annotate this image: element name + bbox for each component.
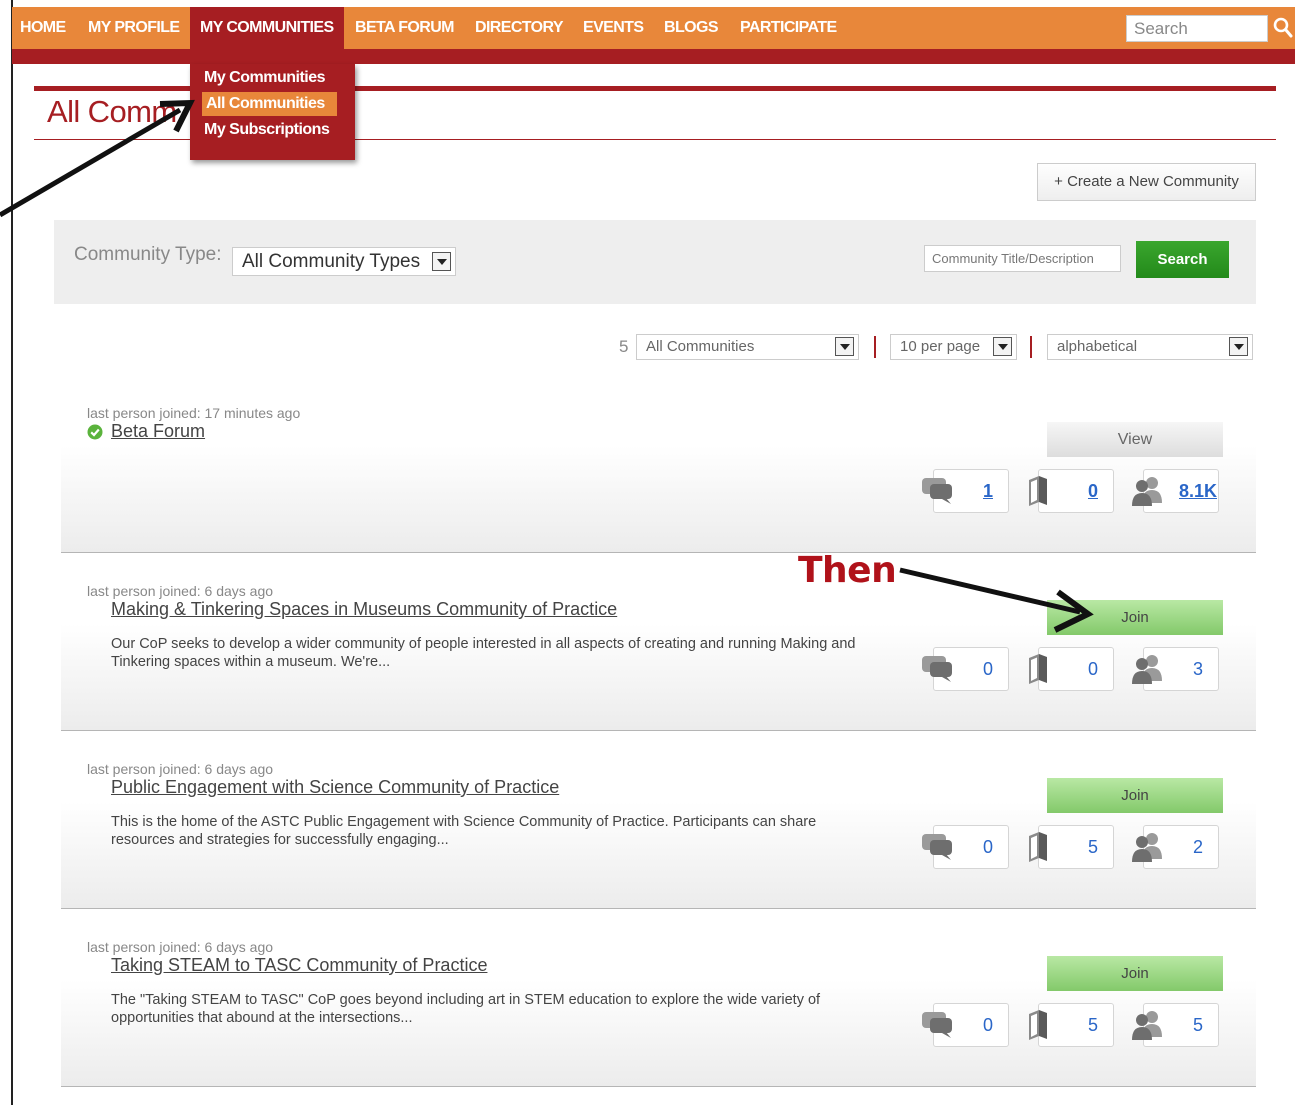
community-title-link[interactable]: Beta Forum — [111, 421, 205, 442]
chevron-down-icon[interactable] — [993, 337, 1012, 356]
chevron-down-icon[interactable] — [1229, 337, 1248, 356]
discussion-icon — [922, 834, 952, 860]
chevron-down-icon[interactable] — [432, 251, 451, 271]
nav-my-communities[interactable]: MY COMMUNITIES — [190, 7, 344, 49]
members-count[interactable]: 3 — [1178, 648, 1218, 690]
dropdown-item-all-communities[interactable]: All Communities — [202, 92, 337, 116]
nav-participate[interactable]: PARTICIPATE — [740, 7, 837, 49]
community-title-input[interactable]: Community Title/Description — [924, 245, 1121, 272]
screenshot-frame-line — [11, 0, 13, 1105]
book-icon — [1029, 832, 1047, 862]
nav-my-profile[interactable]: MY PROFILE — [88, 7, 180, 49]
resources-stat: 5 — [1029, 825, 1114, 869]
members-count[interactable]: 2 — [1178, 826, 1218, 868]
separator — [874, 336, 876, 358]
community-description: Our CoP seeks to develop a wider communi… — [111, 636, 856, 670]
members-icon — [1132, 477, 1162, 506]
members-stat: 2 — [1132, 825, 1219, 869]
members-stat: 3 — [1132, 647, 1219, 691]
community-card: last person joined: 17 minutes ago Beta … — [61, 375, 1256, 553]
resources-stat: 0 — [1029, 469, 1114, 513]
members-icon — [1132, 833, 1162, 862]
members-stat: 8.1K — [1132, 469, 1219, 513]
last-joined-text: last person joined: 17 minutes ago — [87, 405, 301, 421]
dropdown-item-my-communities[interactable]: My Communities — [204, 66, 326, 90]
resources-count[interactable]: 0 — [1073, 648, 1113, 690]
sort-select[interactable]: alphabetical — [1047, 334, 1253, 360]
separator — [1030, 336, 1032, 358]
create-community-button[interactable]: + Create a New Community — [1037, 163, 1256, 201]
resources-count[interactable]: 5 — [1073, 1004, 1113, 1046]
resources-count[interactable]: 5 — [1073, 826, 1113, 868]
members-stat: 5 — [1132, 1003, 1219, 1047]
nav-beta-forum[interactable]: BETA FORUM — [355, 7, 454, 49]
community-type-label: Community Type: — [74, 244, 222, 265]
per-page-value: 10 per page — [900, 338, 981, 355]
discussions-count[interactable]: 0 — [968, 826, 1008, 868]
resources-count[interactable]: 0 — [1073, 470, 1113, 512]
book-icon — [1029, 1010, 1047, 1040]
community-title-link[interactable]: Public Engagement with Science Community… — [111, 777, 559, 798]
search-input[interactable]: Search — [1126, 15, 1268, 42]
community-count: 5 — [619, 337, 629, 356]
community-card: last person joined: 6 days ago Public En… — [61, 731, 1256, 909]
nav-events[interactable]: EVENTS — [583, 7, 644, 49]
discussion-icon — [922, 1012, 952, 1038]
view-button[interactable]: View — [1047, 422, 1223, 457]
book-icon — [1029, 654, 1047, 684]
community-type-value: All Community Types — [242, 251, 421, 272]
last-joined-text: last person joined: 6 days ago — [87, 583, 274, 599]
sort-value: alphabetical — [1057, 338, 1138, 355]
community-card: last person joined: 6 days ago Making & … — [61, 553, 1256, 731]
last-joined-text: last person joined: 6 days ago — [87, 939, 274, 955]
my-communities-dropdown: My Communities All Communities My Subscr… — [190, 64, 355, 160]
discussions-count[interactable]: 1 — [968, 470, 1008, 512]
filter-search-button[interactable]: Search — [1136, 241, 1229, 278]
dropdown-item-my-subscriptions[interactable]: My Subscriptions — [204, 118, 330, 142]
members-count[interactable]: 5 — [1178, 1004, 1218, 1046]
discussion-icon — [922, 478, 952, 504]
community-title-link[interactable]: Taking STEAM to TASC Community of Practi… — [111, 955, 487, 976]
community-type-select[interactable]: All Community Types — [232, 247, 456, 276]
nav-directory[interactable]: DIRECTORY — [475, 7, 564, 49]
join-button[interactable]: Join — [1047, 956, 1223, 991]
check-circle-icon — [87, 424, 103, 440]
discussions-stat: 1 — [922, 469, 1009, 513]
annotation-then-label: Then — [798, 550, 897, 591]
per-page-select[interactable]: 10 per page — [890, 334, 1017, 360]
join-button[interactable]: Join — [1047, 778, 1223, 813]
resources-stat: 0 — [1029, 647, 1114, 691]
members-count[interactable]: 8.1K — [1178, 470, 1218, 512]
nav-home[interactable]: HOME — [20, 7, 66, 49]
community-card: last person joined: 6 days ago Taking ST… — [61, 909, 1256, 1087]
nav-blogs[interactable]: BLOGS — [664, 7, 719, 49]
search-icon[interactable] — [1272, 16, 1294, 40]
resources-stat: 5 — [1029, 1003, 1114, 1047]
top-navigation-underbar — [12, 49, 1295, 64]
last-joined-text: last person joined: 6 days ago — [87, 761, 274, 777]
page-title: All Comm — [47, 94, 177, 129]
discussions-count[interactable]: 0 — [968, 1004, 1008, 1046]
community-title-link[interactable]: Making & Tinkering Spaces in Museums Com… — [111, 599, 617, 620]
members-icon — [1132, 655, 1162, 684]
discussions-stat: 0 — [922, 647, 1009, 691]
join-button[interactable]: Join — [1047, 600, 1223, 635]
discussions-stat: 0 — [922, 825, 1009, 869]
book-icon — [1029, 476, 1047, 506]
discussions-stat: 0 — [922, 1003, 1009, 1047]
community-description: The "Taking STEAM to TASC" CoP goes beyo… — [111, 992, 821, 1026]
community-description: This is the home of the ASTC Public Enga… — [111, 814, 817, 848]
scope-select[interactable]: All Communities — [636, 334, 859, 360]
chevron-down-icon[interactable] — [835, 337, 854, 356]
scope-value: All Communities — [646, 338, 755, 355]
members-icon — [1132, 1011, 1162, 1040]
discussions-count[interactable]: 0 — [968, 648, 1008, 690]
discussion-icon — [922, 656, 952, 682]
